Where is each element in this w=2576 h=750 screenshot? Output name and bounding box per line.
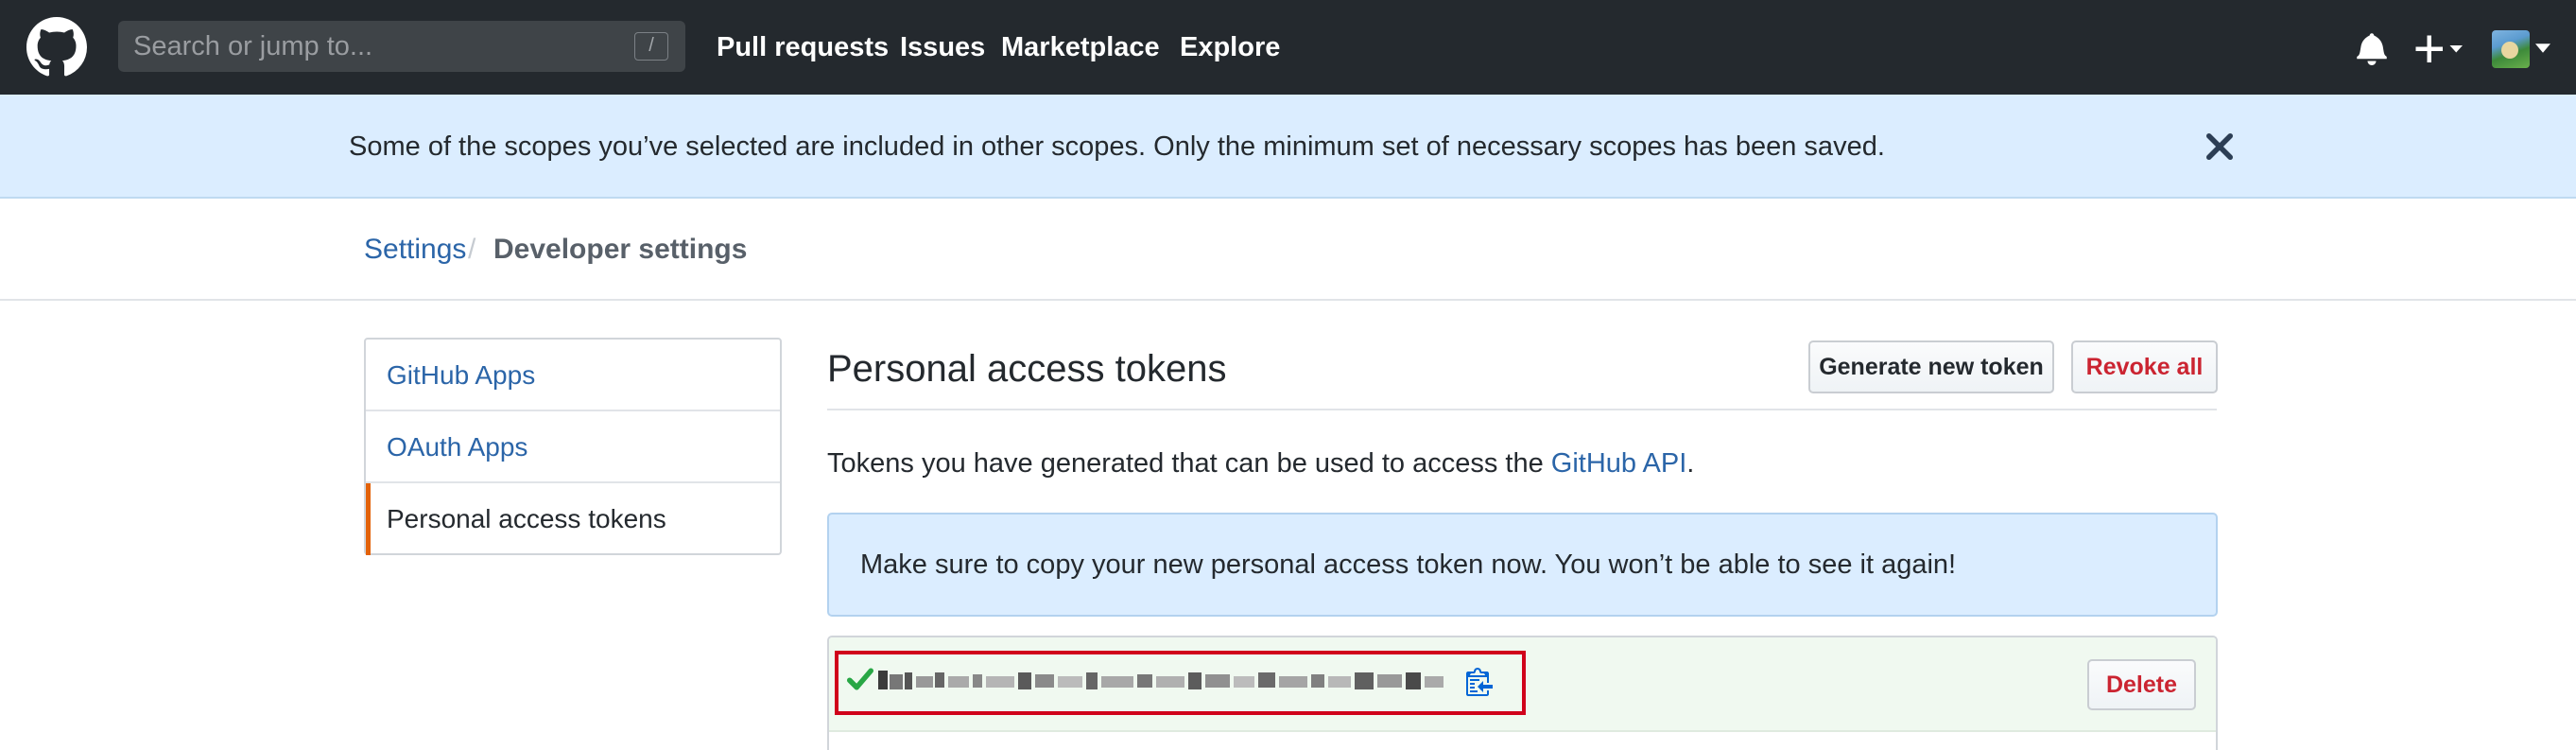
breadcrumb-settings-link[interactable]: Settings (364, 199, 466, 301)
title-divider (827, 409, 2217, 410)
bell-icon[interactable] (2356, 31, 2388, 65)
token-highlight-annotation (835, 651, 1526, 715)
avatar-figure (2501, 42, 2518, 59)
search-shortcut-badge: / (634, 32, 668, 61)
page-title: Personal access tokens (827, 348, 1227, 390)
breadcrumb: Settings / Developer settings (0, 199, 2576, 301)
search-input[interactable]: Search or jump to... / (118, 21, 685, 72)
notice-text: Make sure to copy your new personal acce… (860, 549, 1957, 580)
plus-icon[interactable] (2414, 34, 2465, 62)
delete-token-button[interactable]: Delete (2087, 659, 2196, 710)
tokens-description: Tokens you have generated that can be us… (827, 437, 1694, 490)
breadcrumb-current: Developer settings (493, 234, 748, 265)
avatar[interactable] (2492, 30, 2530, 68)
sidebar-item-oauth-apps[interactable]: OAuth Apps (366, 411, 780, 483)
flash-notice: Some of the scopes you’ve selected are i… (0, 95, 2576, 199)
nav-pull-requests[interactable]: Pull requests (717, 0, 889, 95)
generate-new-token-button[interactable]: Generate new token (1808, 340, 2054, 393)
chevron-down-icon[interactable] (2535, 44, 2550, 53)
github-api-link[interactable]: GitHub API (1551, 448, 1686, 479)
sidebar-item-github-apps[interactable]: GitHub Apps (366, 340, 780, 411)
nav-explore[interactable]: Explore (1180, 0, 1280, 95)
nav-marketplace[interactable]: Marketplace (1001, 0, 1160, 95)
description-text: Tokens you have generated that can be us… (827, 448, 1551, 479)
close-icon[interactable] (2205, 132, 2234, 161)
search-placeholder: Search or jump to... (133, 31, 373, 61)
description-period: . (1686, 448, 1695, 479)
nav-issues[interactable]: Issues (900, 0, 985, 95)
global-header: Search or jump to... / Pull requests Iss… (0, 0, 2576, 95)
github-logo-icon[interactable] (26, 17, 87, 78)
sidebar-item-personal-access-tokens[interactable]: Personal access tokens (366, 483, 780, 555)
flash-message: Some of the scopes you’ve selected are i… (349, 131, 1885, 162)
revoke-all-button[interactable]: Revoke all (2071, 340, 2218, 393)
copy-token-notice: Make sure to copy your new personal acce… (827, 513, 2218, 617)
settings-sidebar: GitHub Apps OAuth Apps Personal access t… (364, 338, 782, 555)
breadcrumb-separator: / (468, 234, 476, 265)
